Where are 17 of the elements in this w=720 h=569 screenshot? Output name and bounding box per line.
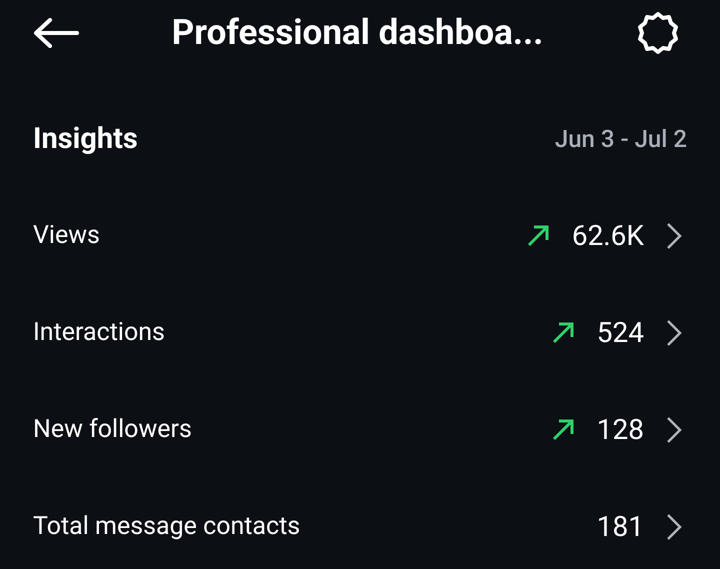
section-title: Insights (33, 122, 138, 156)
date-range[interactable]: Jun 3 - Jul 2 (554, 124, 687, 152)
metric-value: 62.6K (572, 219, 644, 252)
metric-label[interactable]: New followers (33, 415, 551, 444)
chevron-right-icon[interactable] (666, 512, 682, 540)
chevron-right-icon[interactable] (666, 318, 682, 346)
settings-icon[interactable] (636, 10, 680, 54)
metric-value: 128 (596, 413, 644, 446)
chevron-right-icon[interactable] (666, 416, 682, 444)
back-arrow-icon[interactable] (33, 18, 79, 48)
chevron-right-icon[interactable] (666, 222, 682, 250)
page-title: Professional dashboa... (170, 12, 544, 53)
metric-value: 181 (596, 510, 644, 543)
metric-label[interactable]: Views (33, 221, 526, 250)
metric-label[interactable]: Total message contacts (33, 512, 597, 541)
metric-value: 524 (596, 316, 644, 349)
metric-label[interactable]: Interactions (33, 318, 551, 347)
